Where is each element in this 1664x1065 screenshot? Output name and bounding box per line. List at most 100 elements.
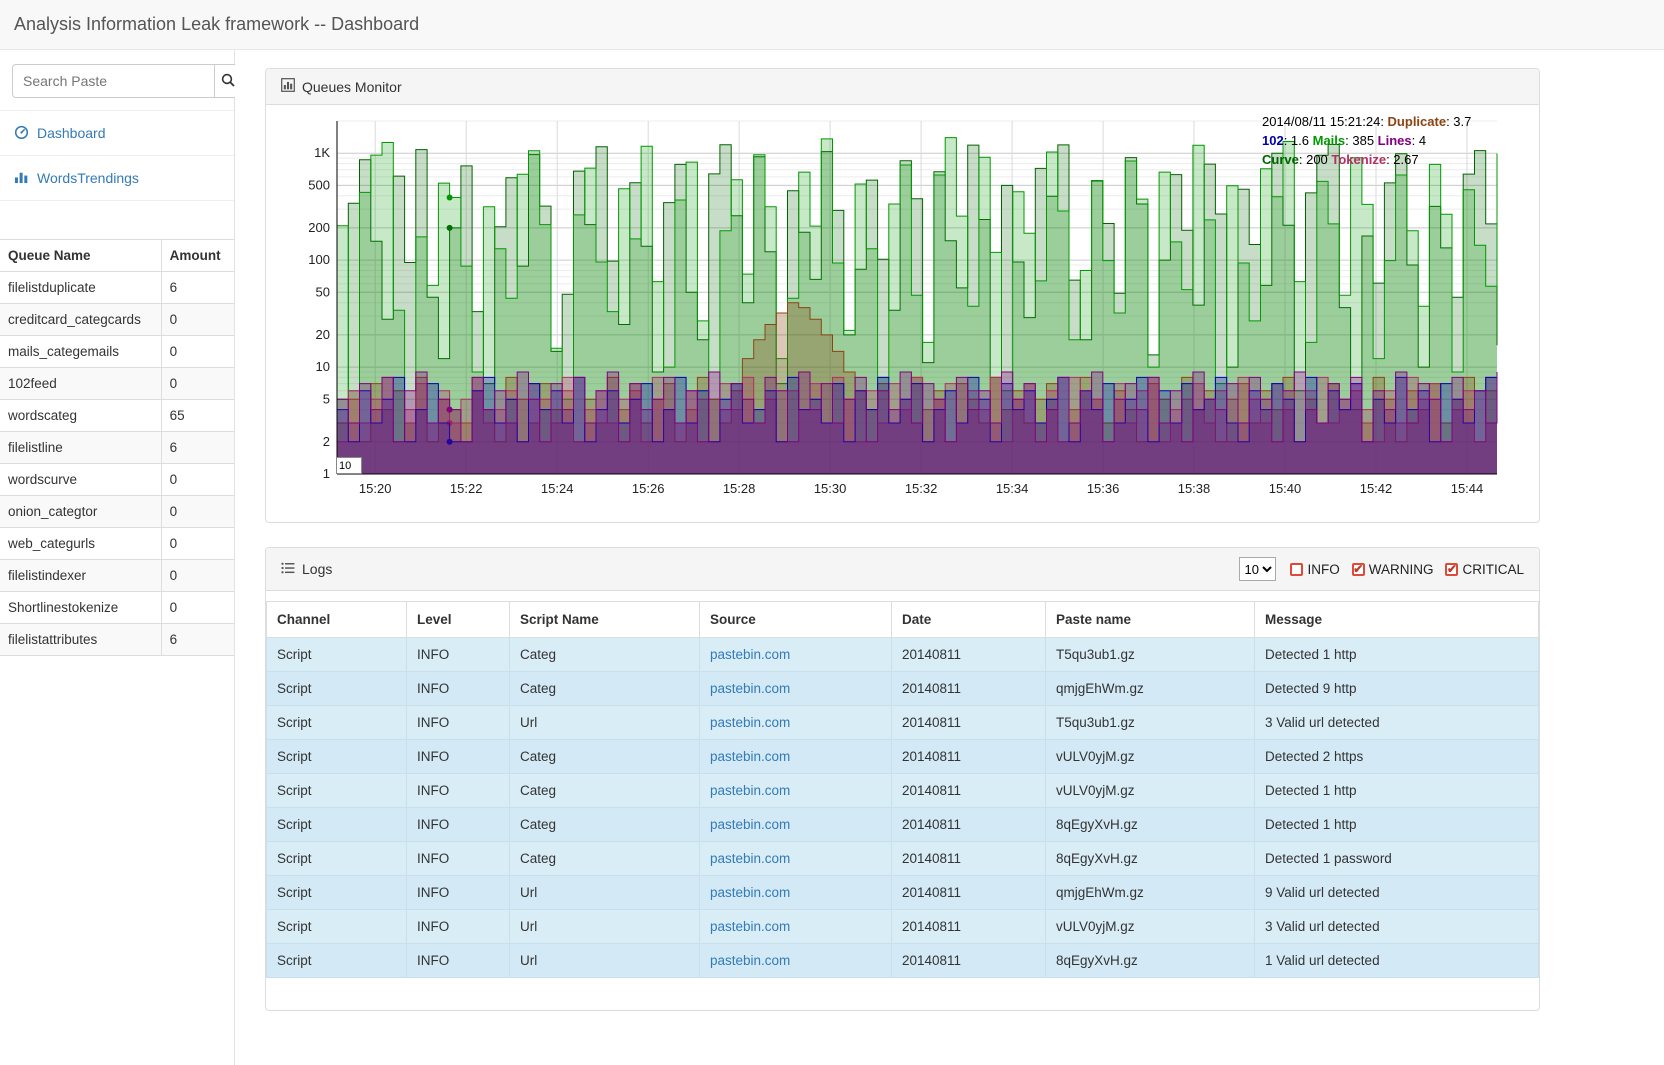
log-cell: Script bbox=[267, 910, 407, 944]
log-row: ScriptINFOCategpastebin.com201408118qEgy… bbox=[267, 842, 1539, 876]
filter-info[interactable]: INFO bbox=[1290, 562, 1339, 577]
log-row: ScriptINFOUrlpastebin.com20140811qmjgEhW… bbox=[267, 876, 1539, 910]
queue-cell: web_categurls bbox=[0, 528, 161, 560]
sidebar-item-dashboard[interactable]: Dashboard bbox=[0, 110, 234, 156]
log-cell: INFO bbox=[407, 842, 510, 876]
svg-text:15:22: 15:22 bbox=[450, 481, 483, 496]
bar-chart-icon bbox=[14, 169, 29, 187]
filter-critical[interactable]: CRITICAL bbox=[1445, 562, 1524, 577]
queue-cell: 102feed bbox=[0, 368, 161, 400]
checkbox-warning-icon[interactable] bbox=[1352, 563, 1365, 576]
svg-text:10: 10 bbox=[316, 359, 330, 374]
log-cell: Categ bbox=[510, 672, 700, 706]
logs-table-body: ScriptINFOCategpastebin.com20140811T5qu3… bbox=[267, 638, 1539, 978]
paste-source-link[interactable]: pastebin.com bbox=[710, 817, 790, 832]
paste-source-link[interactable]: pastebin.com bbox=[710, 851, 790, 866]
paste-source-link[interactable]: pastebin.com bbox=[710, 919, 790, 934]
svg-text:1: 1 bbox=[323, 466, 330, 481]
log-cell: 20140811 bbox=[892, 638, 1046, 672]
roll-period-input[interactable] bbox=[336, 457, 362, 474]
paste-source-link[interactable]: pastebin.com bbox=[710, 715, 790, 730]
queue-row: creditcard_categcards0 bbox=[0, 304, 234, 336]
log-cell: Categ bbox=[510, 638, 700, 672]
log-cell: Categ bbox=[510, 740, 700, 774]
log-cell: Detected 2 https bbox=[1255, 740, 1539, 774]
log-cell: 1 Valid url detected bbox=[1255, 944, 1539, 978]
svg-text:15:38: 15:38 bbox=[1178, 481, 1211, 496]
log-cell: qmjgEhWm.gz bbox=[1046, 672, 1255, 706]
log-row: ScriptINFOCategpastebin.com20140811qmjgE… bbox=[267, 672, 1539, 706]
search-icon bbox=[221, 73, 235, 90]
log-row: ScriptINFOCategpastebin.com20140811vULV0… bbox=[267, 740, 1539, 774]
svg-text:15:36: 15:36 bbox=[1087, 481, 1120, 496]
log-cell: 8qEgyXvH.gz bbox=[1046, 808, 1255, 842]
queue-cell: Shortlinestokenize bbox=[0, 592, 161, 624]
page-size-select[interactable]: 10 bbox=[1239, 557, 1276, 581]
logs-column-header: Script Name bbox=[510, 602, 700, 638]
log-cell: Url bbox=[510, 706, 700, 740]
queue-cell: 0 bbox=[161, 496, 234, 528]
queue-cell: 0 bbox=[161, 464, 234, 496]
log-cell: INFO bbox=[407, 706, 510, 740]
log-cell: Detected 1 http bbox=[1255, 774, 1539, 808]
queue-cell: 0 bbox=[161, 560, 234, 592]
log-cell: INFO bbox=[407, 910, 510, 944]
log-cell: vULV0yjM.gz bbox=[1046, 774, 1255, 808]
svg-text:15:26: 15:26 bbox=[632, 481, 665, 496]
log-cell: INFO bbox=[407, 638, 510, 672]
svg-text:15:28: 15:28 bbox=[723, 481, 756, 496]
queues-chart-body: 1K50020010050201052115:2015:2215:2415:26… bbox=[266, 105, 1539, 522]
queue-table: Queue Name Amount filelistduplicate6cred… bbox=[0, 239, 234, 656]
log-cell: pastebin.com bbox=[700, 842, 892, 876]
svg-text:5: 5 bbox=[323, 391, 330, 406]
log-cell: INFO bbox=[407, 876, 510, 910]
log-cell: pastebin.com bbox=[700, 672, 892, 706]
logs-column-header: Date bbox=[892, 602, 1046, 638]
log-cell: 20140811 bbox=[892, 774, 1046, 808]
log-cell: T5qu3ub1.gz bbox=[1046, 706, 1255, 740]
sidebar-item-wordstrendings[interactable]: WordsTrendings bbox=[0, 156, 234, 201]
log-cell: pastebin.com bbox=[700, 774, 892, 808]
checkbox-critical-icon[interactable] bbox=[1445, 563, 1458, 576]
log-cell: pastebin.com bbox=[700, 944, 892, 978]
logs-column-header: Channel bbox=[267, 602, 407, 638]
log-cell: INFO bbox=[407, 774, 510, 808]
log-cell: 20140811 bbox=[892, 672, 1046, 706]
logs-column-header: Level bbox=[407, 602, 510, 638]
paste-source-link[interactable]: pastebin.com bbox=[710, 681, 790, 696]
log-cell: Script bbox=[267, 808, 407, 842]
search-input[interactable] bbox=[12, 64, 214, 98]
paste-source-link[interactable]: pastebin.com bbox=[710, 783, 790, 798]
log-cell: 20140811 bbox=[892, 910, 1046, 944]
svg-text:15:30: 15:30 bbox=[814, 481, 847, 496]
logs-column-header: Paste name bbox=[1046, 602, 1255, 638]
checkbox-info-icon[interactable] bbox=[1290, 563, 1303, 576]
queues-monitor-panel: Queues Monitor 1K50020010050201052115:20… bbox=[265, 68, 1540, 523]
queue-cell: 65 bbox=[161, 400, 234, 432]
log-cell: 20140811 bbox=[892, 808, 1046, 842]
queue-cell: 0 bbox=[161, 528, 234, 560]
filter-warning[interactable]: WARNING bbox=[1352, 562, 1434, 577]
log-cell: Url bbox=[510, 944, 700, 978]
queues-chart[interactable]: 1K50020010050201052115:2015:2215:2415:26… bbox=[281, 115, 1524, 510]
paste-source-link[interactable]: pastebin.com bbox=[710, 749, 790, 764]
paste-source-link[interactable]: pastebin.com bbox=[710, 885, 790, 900]
logs-table-container: ChannelLevelScript NameSourceDatePaste n… bbox=[266, 591, 1539, 1010]
queue-row: filelistattributes6 bbox=[0, 624, 234, 656]
log-row: ScriptINFOUrlpastebin.com20140811T5qu3ub… bbox=[267, 706, 1539, 740]
paste-source-link[interactable]: pastebin.com bbox=[710, 953, 790, 968]
log-cell: Detected 1 http bbox=[1255, 808, 1539, 842]
legend-line: 102: 1.6 Mails: 385 Lines: 4 bbox=[1262, 132, 1471, 151]
paste-source-link[interactable]: pastebin.com bbox=[710, 647, 790, 662]
queue-table-body: filelistduplicate6creditcard_categcards0… bbox=[0, 272, 234, 656]
svg-text:200: 200 bbox=[308, 220, 330, 235]
svg-text:2: 2 bbox=[323, 434, 330, 449]
log-cell: Script bbox=[267, 774, 407, 808]
legend-line: 2014/08/11 15:21:24: Duplicate: 3.7 bbox=[1262, 113, 1471, 132]
app-header: Analysis Information Leak framework -- D… bbox=[0, 0, 1664, 50]
queue-cell: 0 bbox=[161, 592, 234, 624]
queue-row: filelistduplicate6 bbox=[0, 272, 234, 304]
svg-text:500: 500 bbox=[308, 177, 330, 192]
queue-cell: creditcard_categcards bbox=[0, 304, 161, 336]
queue-cell: filelistattributes bbox=[0, 624, 161, 656]
